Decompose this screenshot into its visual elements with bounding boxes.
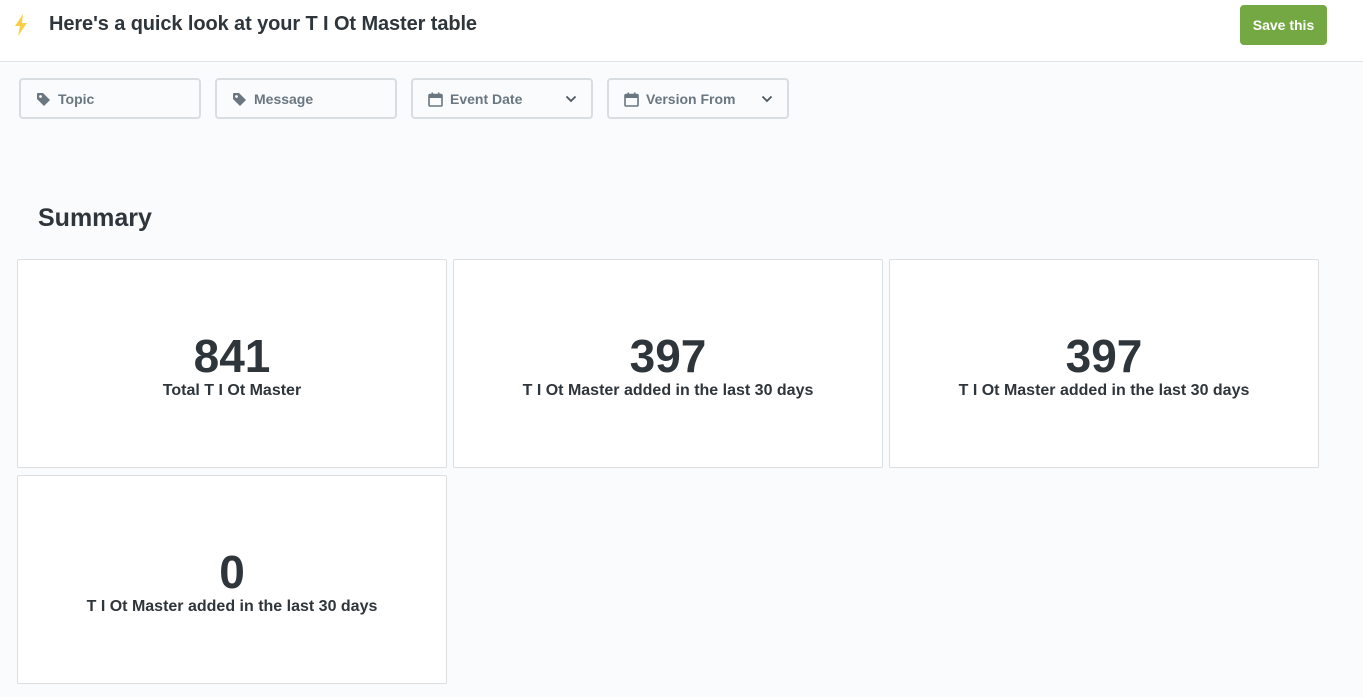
summary-card-added-30-days[interactable]: 397 T I Ot Master added in the last 30 d… (889, 259, 1319, 468)
filter-label: Topic (58, 91, 95, 107)
filter-message[interactable]: Message (215, 78, 397, 119)
card-value: 841 (193, 330, 271, 382)
tag-icon (233, 93, 246, 106)
tag-icon (37, 93, 50, 106)
filter-label: Event Date (450, 91, 523, 107)
filter-label: Message (254, 91, 314, 107)
filter-topic[interactable]: Topic (19, 78, 201, 119)
card-value: 0 (219, 546, 245, 598)
lightning-bolt-icon (15, 14, 27, 36)
page-title: Here's a quick look at your T I Ot Maste… (49, 13, 477, 35)
summary-card-total[interactable]: 841 Total T I Ot Master (17, 259, 447, 468)
header-bar: Here's a quick look at your T I Ot Maste… (0, 0, 1363, 62)
filter-version-from[interactable]: Version From (607, 78, 789, 119)
chevron-down-icon (761, 95, 773, 103)
save-button[interactable]: Save this (1240, 5, 1327, 45)
filter-label: Version From (646, 91, 736, 107)
chevron-down-icon (565, 95, 577, 103)
summary-card-added-30-days[interactable]: 397 T I Ot Master added in the last 30 d… (453, 259, 883, 468)
card-label: T I Ot Master added in the last 30 days (958, 382, 1250, 399)
card-label: Total T I Ot Master (162, 382, 302, 399)
calendar-icon (624, 92, 639, 107)
card-value: 397 (629, 330, 707, 382)
card-label: T I Ot Master added in the last 30 days (522, 382, 814, 399)
card-value: 397 (1065, 330, 1143, 382)
summary-card-added-30-days[interactable]: 0 T I Ot Master added in the last 30 day… (17, 475, 447, 684)
filter-event-date[interactable]: Event Date (411, 78, 593, 119)
summary-heading: Summary (38, 204, 152, 232)
card-label: T I Ot Master added in the last 30 days (86, 598, 378, 615)
calendar-icon (428, 92, 443, 107)
